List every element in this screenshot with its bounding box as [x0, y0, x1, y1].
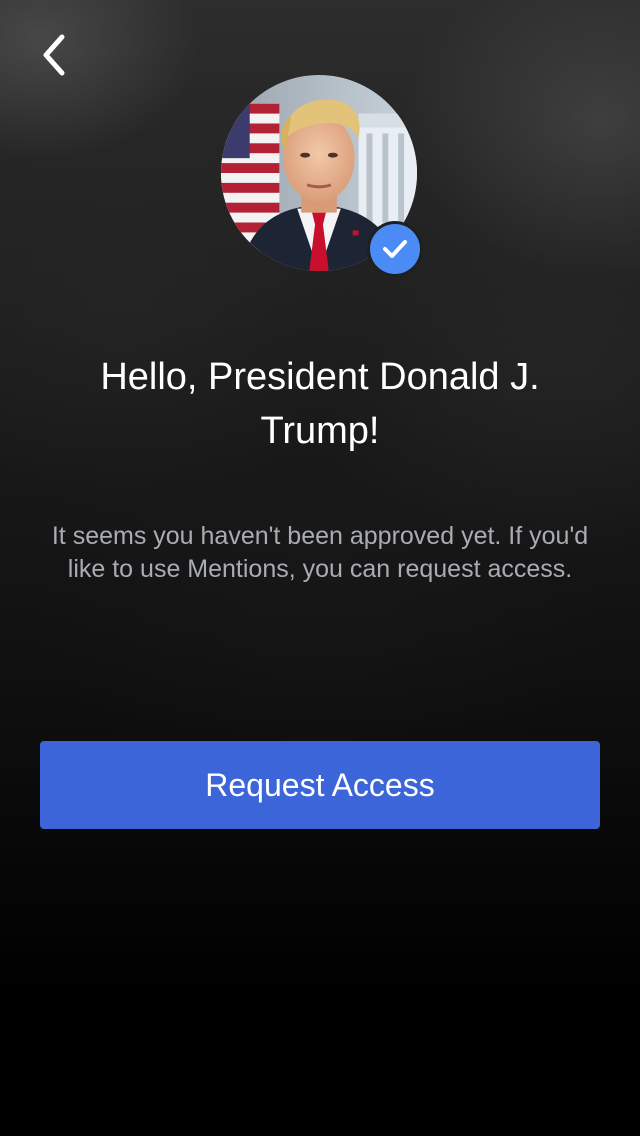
request-access-button[interactable]: Request Access: [40, 741, 600, 829]
back-button[interactable]: [28, 28, 78, 82]
mentions-access-screen: Hello, President Donald J. Trump! It see…: [0, 0, 640, 1136]
verified-badge: [370, 224, 420, 274]
chevron-left-icon: [43, 34, 65, 76]
checkmark-icon: [383, 240, 407, 258]
approval-message: It seems you haven't been approved yet. …: [51, 522, 589, 583]
profile-avatar-container: [220, 74, 420, 274]
greeting-title: Hello, President Donald J. Trump!: [100, 356, 540, 452]
